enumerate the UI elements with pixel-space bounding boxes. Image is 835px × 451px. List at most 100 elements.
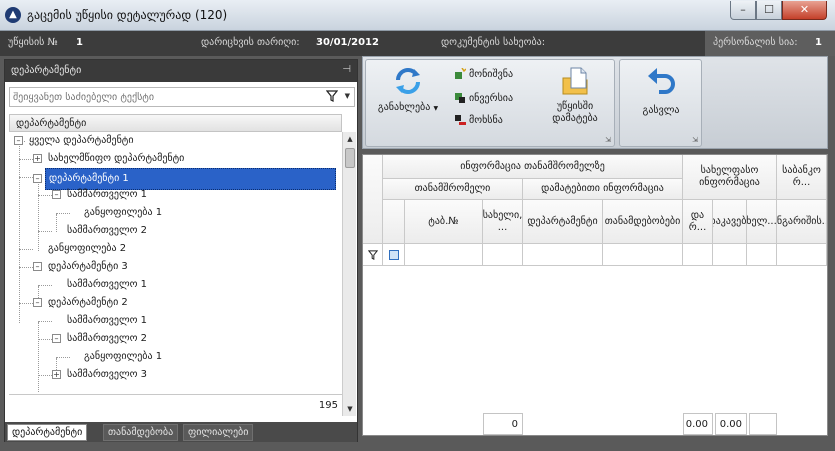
tree-node-label: სახელმწიფო დეპარტამენტი bbox=[48, 153, 185, 164]
filter-icon[interactable] bbox=[325, 90, 339, 105]
tree-node-label: დეპარტამენტი 3 bbox=[48, 261, 128, 272]
collapse-icon[interactable]: – bbox=[33, 173, 42, 183]
grid-column-header[interactable]: ტაბ.№ bbox=[405, 200, 483, 244]
grid-band-header[interactable]: დამატებითი ინფორმაცია bbox=[523, 179, 683, 200]
invert-button[interactable]: ინვერსია bbox=[454, 92, 513, 104]
expand-icon[interactable]: + bbox=[33, 153, 42, 163]
chevron-down-icon: ▼ bbox=[433, 105, 439, 112]
doc-type-label: დოკუმენტის სახეობა: bbox=[441, 37, 546, 48]
filter-cell[interactable] bbox=[483, 244, 523, 266]
panel-title: დეპარტამენტი bbox=[11, 65, 82, 76]
tree-node[interactable]: – დეპარტამენტი 2 bbox=[33, 294, 131, 312]
tree-node[interactable]: სამმართველო 1 bbox=[64, 312, 150, 330]
tree-node[interactable]: სამმართველო 1 bbox=[64, 276, 150, 294]
refresh-button[interactable]: განახლება ▼ bbox=[368, 64, 448, 115]
filter-checkbox[interactable] bbox=[383, 244, 405, 266]
dialog-launcher-icon[interactable]: ⇲ bbox=[605, 136, 611, 144]
select-label: მონიშვნა bbox=[469, 69, 514, 80]
minimize-button[interactable]: – bbox=[730, 1, 756, 20]
footer-count: 0 bbox=[483, 413, 523, 435]
tree-node-label: განყოფილება 1 bbox=[84, 207, 163, 218]
window-title: გაცემის უწყისი დეტალურად (120) bbox=[27, 8, 227, 22]
filter-cell[interactable] bbox=[603, 244, 683, 266]
scroll-up-icon[interactable]: ▲ bbox=[343, 132, 357, 146]
grid-column-header[interactable]: ანგარიშის... bbox=[777, 200, 827, 244]
exit-label: გასვლა bbox=[642, 105, 680, 116]
tree-node-label: განყოფილება 1 bbox=[84, 351, 163, 362]
select-button[interactable]: მონიშვნა bbox=[454, 67, 514, 80]
filter-cell[interactable] bbox=[405, 244, 483, 266]
grid-column-header[interactable]: სახელი, ... bbox=[483, 200, 523, 244]
window-title-count: (120) bbox=[194, 8, 228, 22]
scroll-down-icon[interactable]: ▼ bbox=[343, 402, 357, 416]
footer-sum: 0.00 bbox=[683, 413, 713, 435]
remove-button[interactable]: მოხსნა bbox=[454, 114, 503, 126]
invert-icon bbox=[454, 92, 466, 104]
filter-row-icon[interactable] bbox=[363, 244, 383, 266]
collapse-icon[interactable]: – bbox=[52, 189, 61, 199]
chevron-down-icon[interactable]: ▼ bbox=[345, 92, 350, 100]
grid-column-header[interactable] bbox=[383, 200, 405, 244]
dialog-launcher-icon[interactable]: ⇲ bbox=[692, 136, 698, 144]
add-to-sheet-button[interactable]: უწყისში დამატება bbox=[538, 64, 612, 125]
grid-column-header[interactable]: და რ... bbox=[683, 200, 713, 244]
tab-departments[interactable]: დეპარტამენტი bbox=[7, 424, 88, 441]
grid-column-header[interactable]: დაკავება bbox=[713, 200, 747, 244]
grid-column-header[interactable]: თანამდებობები bbox=[603, 200, 683, 244]
search-box: ▼ bbox=[9, 87, 355, 107]
scroll-thumb[interactable] bbox=[345, 148, 355, 168]
add-label-line2: დამატება bbox=[552, 113, 598, 124]
tree-scrollbar[interactable]: ▲ ▼ bbox=[342, 132, 356, 416]
filter-cell[interactable] bbox=[713, 244, 747, 266]
tree-node[interactable]: განყოფილება 1 bbox=[81, 348, 165, 366]
tree-count-bar: 195 bbox=[9, 394, 342, 416]
tree-node[interactable]: – სამმართველო 1 bbox=[52, 186, 150, 204]
expand-icon[interactable]: + bbox=[52, 369, 61, 379]
collapse-icon[interactable]: – bbox=[14, 135, 23, 145]
tree-node[interactable]: – დეპარტამენტი 3 bbox=[33, 258, 131, 276]
grid-band-header[interactable]: სახელფასო ინფორმაცია bbox=[683, 155, 777, 200]
ribbon-group-actions: განახლება ▼ მონიშვნა ინვერსია მოხსნა უწყ… bbox=[365, 59, 615, 147]
close-button[interactable]: ✕ bbox=[782, 1, 827, 20]
tree-column-header[interactable]: დეპარტამენტი bbox=[9, 114, 342, 132]
title-bar: ▲ გაცემის უწყისი დეტალურად (120) – ☐ ✕ bbox=[0, 0, 835, 31]
pin-icon[interactable]: ⊣ bbox=[342, 64, 351, 75]
filter-cell[interactable] bbox=[777, 244, 827, 266]
grid-band-header[interactable]: თანამშრომელი bbox=[383, 179, 523, 200]
filter-cell[interactable] bbox=[523, 244, 603, 266]
footer-empty bbox=[749, 413, 777, 435]
tree-node[interactable]: – სამმართველო 2 bbox=[52, 330, 150, 348]
collapse-icon[interactable]: – bbox=[33, 261, 42, 271]
tree-node-label: განყოფილება 2 bbox=[48, 243, 127, 254]
refresh-label: განახლება bbox=[377, 102, 431, 113]
document-info-bar: უწყისის № 1 დარიცხვის თარიღი: 30/01/2012… bbox=[0, 31, 835, 56]
tree-node[interactable]: განყოფილება 2 bbox=[45, 240, 129, 258]
window-title-text: გაცემის უწყისი დეტალურად bbox=[27, 8, 192, 22]
filter-cell[interactable] bbox=[683, 244, 713, 266]
collapse-icon[interactable]: – bbox=[52, 333, 61, 343]
exit-button[interactable]: გასვლა bbox=[622, 64, 700, 117]
tree-node[interactable]: + სახელმწიფო დეპარტამენტი bbox=[33, 150, 187, 168]
app-logo-icon: ▲ bbox=[5, 7, 21, 23]
grid-band-header[interactable]: ინფორმაცია თანამშრომელზე bbox=[383, 155, 683, 179]
add-label-line1: უწყისში bbox=[556, 101, 594, 112]
tab-positions[interactable]: თანამდებობა bbox=[103, 424, 179, 441]
grid-column-header[interactable]: დეპარტამენტი bbox=[523, 200, 603, 244]
grid-band-header[interactable]: საბანკო რ... bbox=[777, 155, 827, 200]
department-tree: – ყველა დეპარტამენტი + სახელმწიფო დეპარტამ… bbox=[9, 132, 342, 392]
tree-node[interactable]: + სამმართველო 3 bbox=[52, 366, 150, 384]
tree-node[interactable]: სამმართველო 2 bbox=[64, 222, 150, 240]
filter-cell[interactable] bbox=[747, 244, 777, 266]
tree-node-label: სამმართველო 2 bbox=[67, 225, 148, 236]
tab-branches[interactable]: ფილიალები bbox=[183, 424, 254, 441]
maximize-button[interactable]: ☐ bbox=[756, 1, 782, 20]
tree-node-selected[interactable]: – დეპარტამენტი 1 bbox=[33, 168, 336, 190]
tree-node[interactable]: განყოფილება 1 bbox=[81, 204, 165, 222]
tree-node-label: სამმართველო 3 bbox=[67, 369, 148, 380]
collapse-icon[interactable]: – bbox=[33, 297, 42, 307]
grid-column-header[interactable]: ხელ... bbox=[747, 200, 777, 244]
department-panel: დეპარტამენტი ⊣ ▼ დეპარტამენტი –ყველა დეპ… bbox=[4, 59, 358, 442]
tree-node[interactable]: – ყველა დეპარტამენტი bbox=[14, 132, 137, 150]
search-input[interactable] bbox=[10, 88, 310, 106]
record-count: 195 bbox=[318, 400, 338, 411]
